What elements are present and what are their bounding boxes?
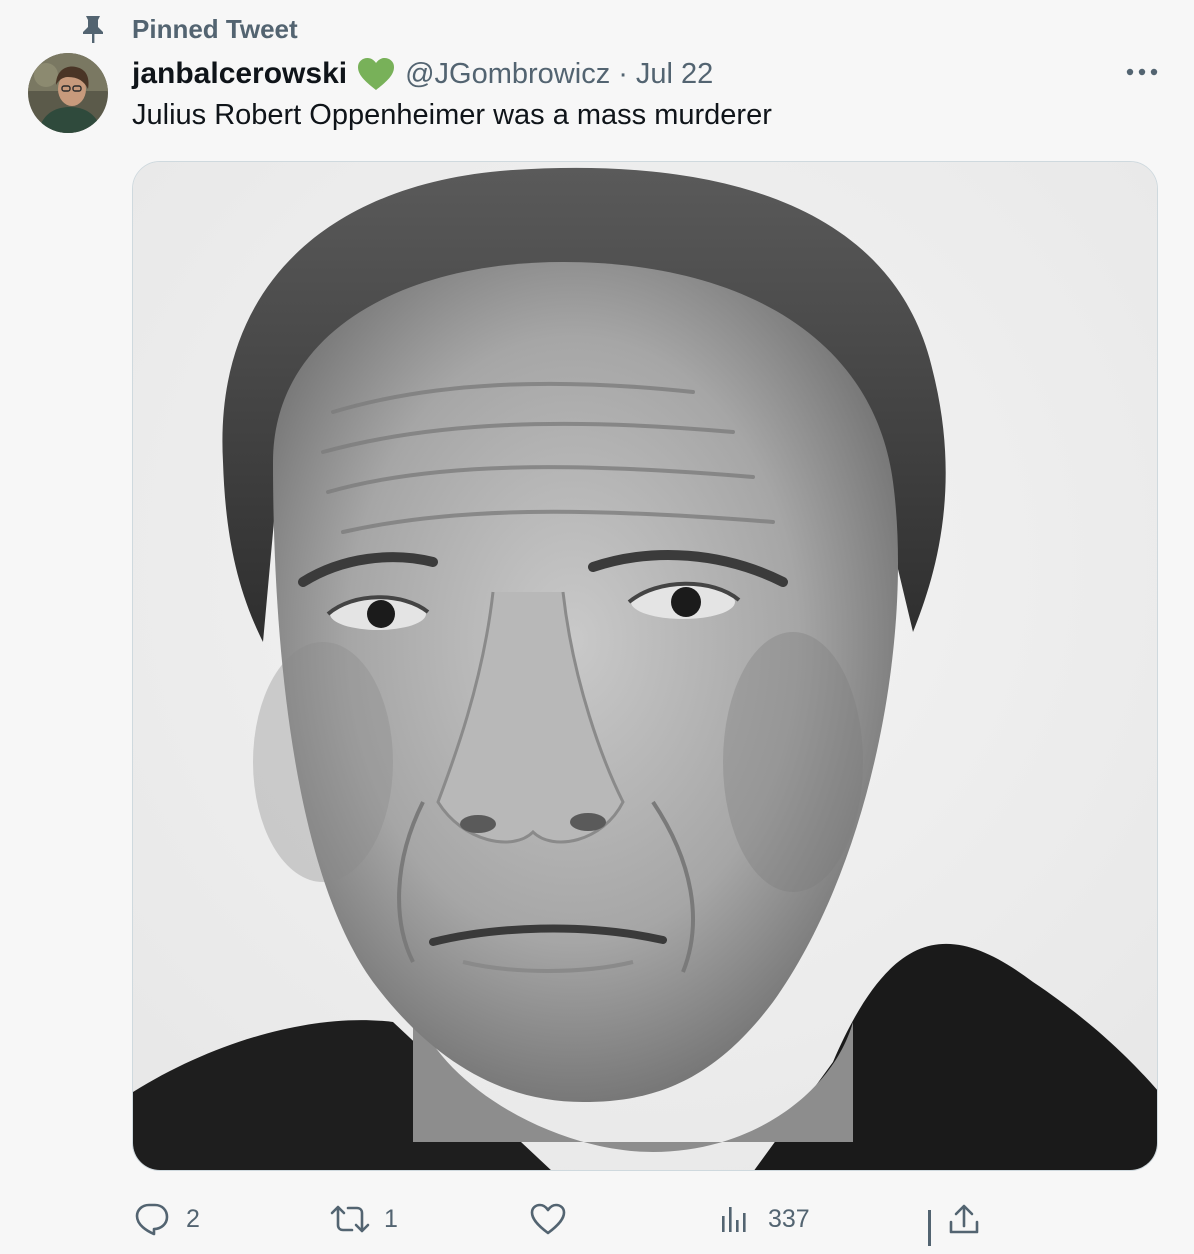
green-heart-icon xyxy=(357,56,397,92)
retweet-icon xyxy=(330,1199,370,1239)
reply-icon xyxy=(132,1199,172,1239)
share-button[interactable] xyxy=(944,1194,984,1244)
like-button[interactable] xyxy=(528,1194,582,1244)
pinned-tweet-row: Pinned Tweet xyxy=(80,12,298,46)
tweet-text: Julius Robert Oppenheimer was a mass mur… xyxy=(132,99,772,131)
analytics-icon xyxy=(714,1199,754,1239)
cursor-divider xyxy=(928,1210,931,1246)
separator-dot: · xyxy=(618,57,628,90)
tweet-header: janbalcerowski @JGombrowicz · Jul 22 xyxy=(132,54,713,94)
reply-count: 2 xyxy=(186,1204,200,1233)
tweet-date[interactable]: Jul 22 xyxy=(636,58,713,91)
avatar[interactable] xyxy=(28,53,108,133)
display-name[interactable]: janbalcerowski xyxy=(132,57,347,91)
user-handle[interactable]: @JGombrowicz xyxy=(405,58,610,91)
retweet-button[interactable]: 1 xyxy=(330,1194,398,1244)
views-count: 337 xyxy=(768,1204,810,1233)
pinned-label: Pinned Tweet xyxy=(132,13,298,44)
tweet-action-bar: 2 1 337 xyxy=(0,1194,1194,1244)
heart-outline-icon xyxy=(528,1199,568,1239)
share-icon xyxy=(944,1199,984,1239)
reply-button[interactable]: 2 xyxy=(132,1194,200,1244)
tweet-media-photo[interactable] xyxy=(132,161,1158,1171)
retweet-count: 1 xyxy=(384,1204,398,1233)
views-button[interactable]: 337 xyxy=(714,1194,810,1244)
more-options-icon[interactable] xyxy=(1124,62,1160,82)
pin-icon xyxy=(80,13,106,45)
